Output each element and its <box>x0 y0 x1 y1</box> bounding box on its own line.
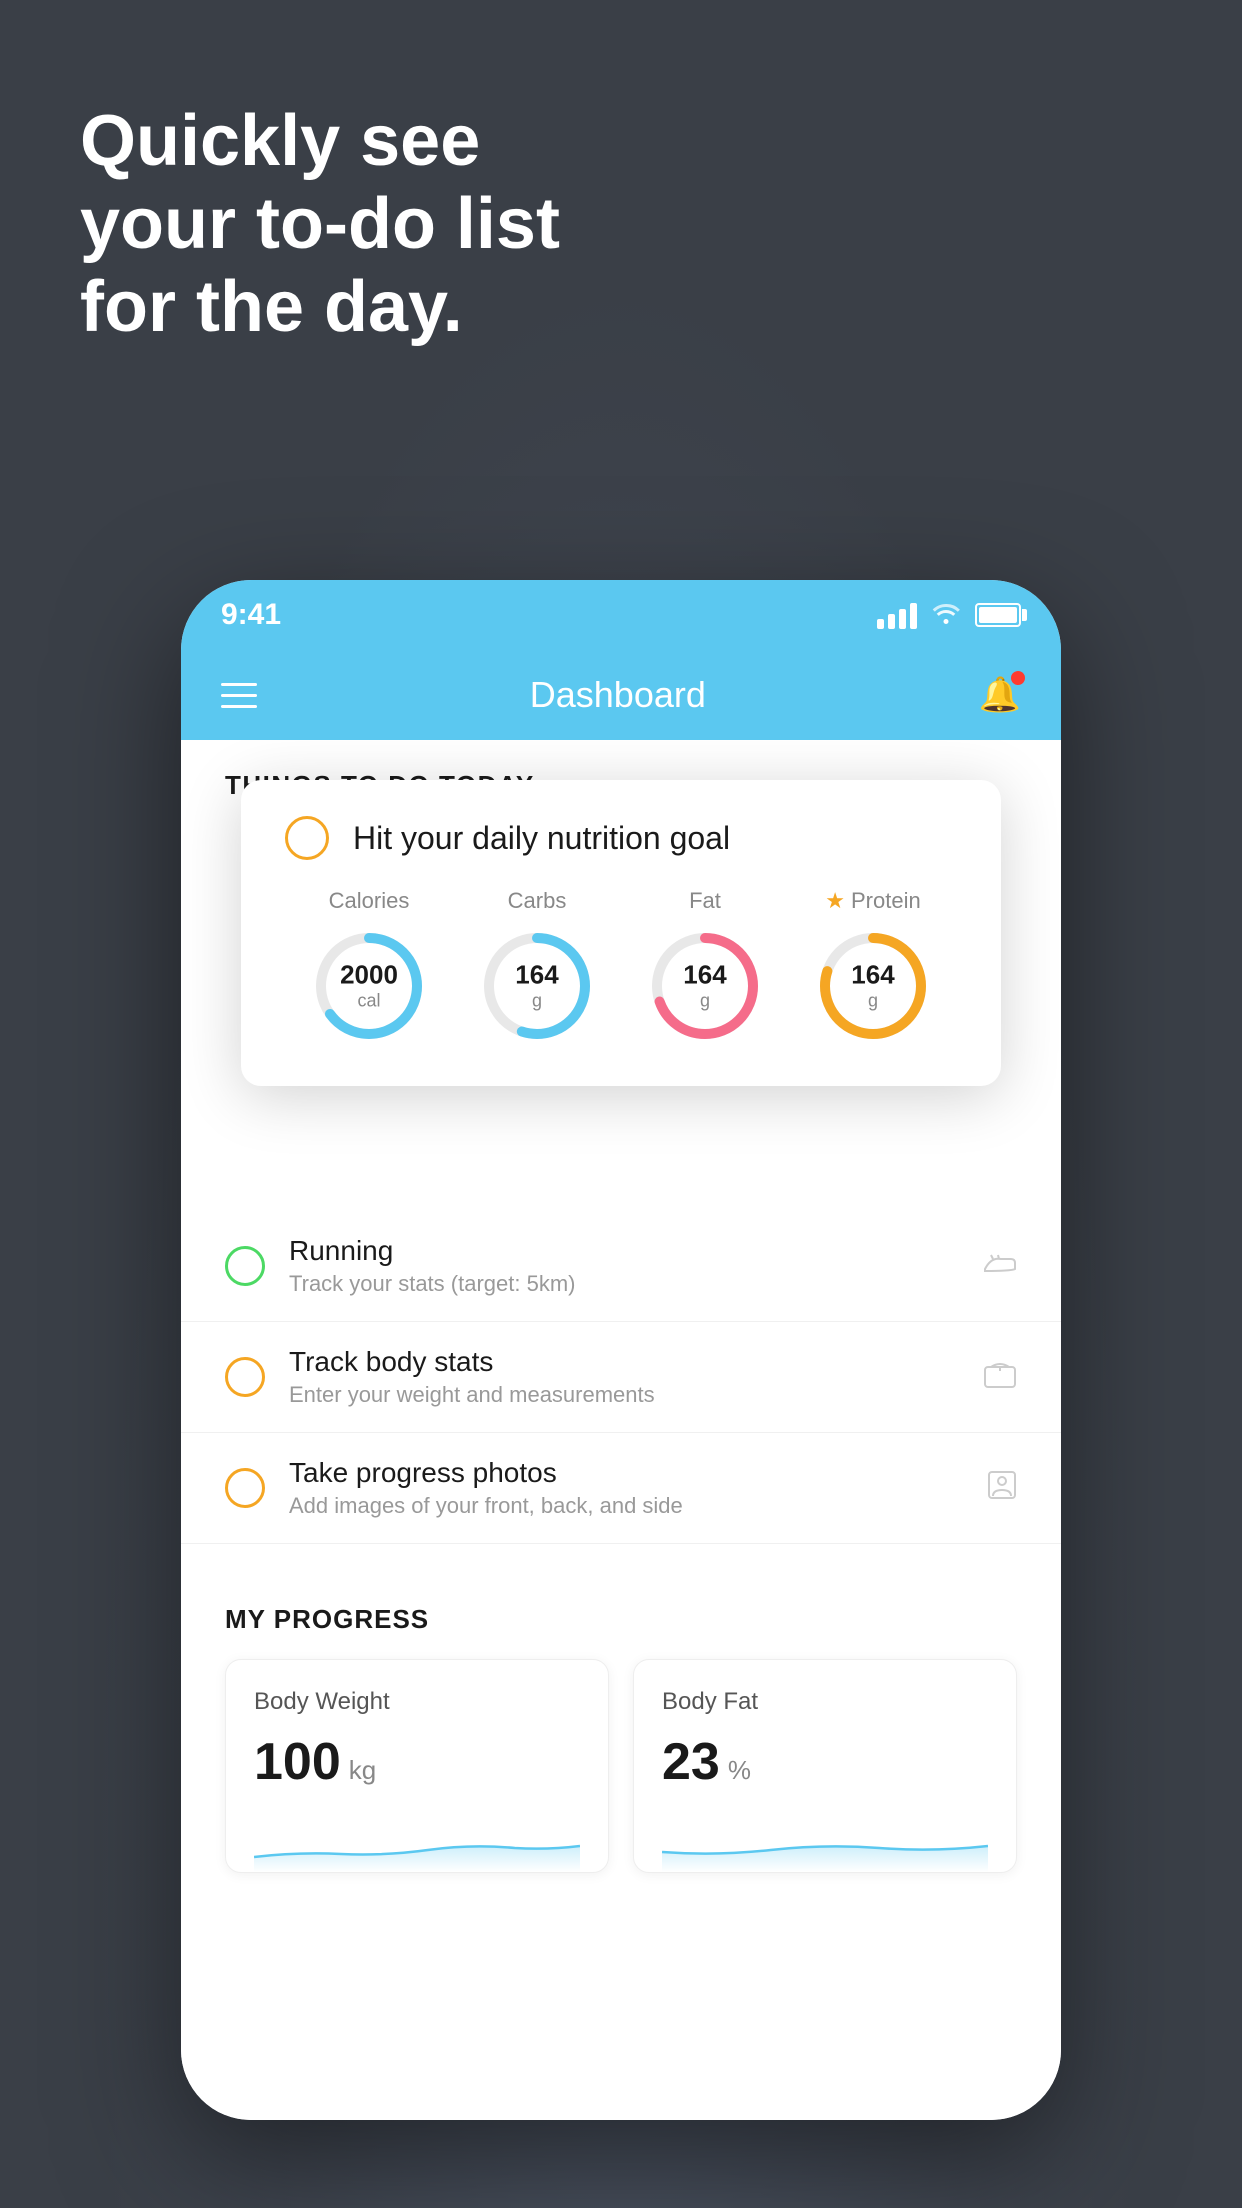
nutrients-row: Calories 2000 cal Carbs <box>285 888 957 1046</box>
shoe-icon <box>983 1249 1017 1284</box>
calories-unit: cal <box>340 991 398 1013</box>
progress-cards: Body Weight 100 kg <box>225 1659 1017 1873</box>
progress-card-weight[interactable]: Body Weight 100 kg <box>225 1659 609 1873</box>
nutrition-card: Hit your daily nutrition goal Calories 2… <box>241 780 1001 1086</box>
protein-value: 164 <box>851 960 894 991</box>
todo-text-body-stats: Track body stats Enter your weight and m… <box>289 1346 959 1408</box>
todo-subtitle-photos: Add images of your front, back, and side <box>289 1493 963 1519</box>
weight-value: 100 <box>254 1732 341 1792</box>
headline: Quickly see your to-do list for the day. <box>80 100 560 348</box>
todo-radio-photos[interactable] <box>225 1468 265 1508</box>
todo-subtitle-running: Track your stats (target: 5km) <box>289 1271 959 1297</box>
weight-value-row: 100 kg <box>254 1732 580 1792</box>
nutrient-calories: Calories 2000 cal <box>309 888 429 1046</box>
notification-bell-icon[interactable]: 🔔 <box>979 675 1021 715</box>
nav-bar: Dashboard 🔔 <box>181 650 1061 740</box>
phone-content: THINGS TO DO TODAY Hit your daily nutrit… <box>181 740 1061 2120</box>
nutrient-label-fat: Fat <box>689 888 721 914</box>
progress-section: MY PROGRESS Body Weight 100 kg <box>181 1564 1061 1913</box>
todo-item-running[interactable]: Running Track your stats (target: 5km) <box>181 1211 1061 1322</box>
todo-text-photos: Take progress photos Add images of your … <box>289 1457 963 1519</box>
fat-value-row: 23 % <box>662 1732 988 1792</box>
headline-line3: for the day. <box>80 266 560 349</box>
card-header: Hit your daily nutrition goal <box>285 816 957 860</box>
todo-subtitle-body-stats: Enter your weight and measurements <box>289 1382 959 1408</box>
card-title: Hit your daily nutrition goal <box>353 820 730 857</box>
nutrient-protein: ★Protein 164 g <box>813 888 933 1046</box>
nutrient-label-protein: ★Protein <box>825 888 920 914</box>
todo-title-photos: Take progress photos <box>289 1457 963 1489</box>
fat-unit: g <box>683 991 726 1013</box>
status-time: 9:41 <box>221 598 281 632</box>
todo-radio-body-stats[interactable] <box>225 1357 265 1397</box>
nutrient-carbs: Carbs 164 g <box>477 888 597 1046</box>
carbs-unit: g <box>515 991 558 1013</box>
todo-radio-running[interactable] <box>225 1246 265 1286</box>
fat-card-title: Body Fat <box>662 1688 988 1716</box>
status-bar: 9:41 <box>181 580 1061 650</box>
progress-section-title: MY PROGRESS <box>225 1604 1017 1635</box>
fat-unit: % <box>728 1755 751 1786</box>
hamburger-menu[interactable] <box>221 683 257 708</box>
weight-unit: kg <box>349 1755 376 1786</box>
notification-dot <box>1011 671 1025 685</box>
status-icons <box>877 599 1021 631</box>
todo-item-body-stats[interactable]: Track body stats Enter your weight and m… <box>181 1322 1061 1433</box>
todo-text-running: Running Track your stats (target: 5km) <box>289 1235 959 1297</box>
signal-icon <box>877 601 917 629</box>
fat-value: 164 <box>683 960 726 991</box>
todo-list: Running Track your stats (target: 5km) T… <box>181 1211 1061 1544</box>
calories-value: 2000 <box>340 960 398 991</box>
battery-icon <box>975 603 1021 627</box>
progress-card-fat[interactable]: Body Fat 23 % <box>633 1659 1017 1873</box>
fat-chart <box>662 1812 988 1872</box>
donut-calories: 2000 cal <box>309 926 429 1046</box>
weight-chart <box>254 1812 580 1872</box>
person-icon <box>987 1470 1017 1507</box>
donut-carbs: 164 g <box>477 926 597 1046</box>
todo-title-running: Running <box>289 1235 959 1267</box>
weight-card-title: Body Weight <box>254 1688 580 1716</box>
wifi-icon <box>931 599 961 631</box>
carbs-value: 164 <box>515 960 558 991</box>
nutrient-fat: Fat 164 g <box>645 888 765 1046</box>
todo-item-photos[interactable]: Take progress photos Add images of your … <box>181 1433 1061 1544</box>
scale-icon <box>983 1359 1017 1396</box>
todo-radio-nutrition[interactable] <box>285 816 329 860</box>
nav-title: Dashboard <box>530 674 706 716</box>
fat-value: 23 <box>662 1732 720 1792</box>
protein-unit: g <box>851 991 894 1013</box>
star-icon: ★ <box>825 888 845 914</box>
donut-fat: 164 g <box>645 926 765 1046</box>
headline-line1: Quickly see <box>80 100 560 183</box>
donut-protein: 164 g <box>813 926 933 1046</box>
nutrient-label-carbs: Carbs <box>508 888 567 914</box>
headline-line2: your to-do list <box>80 183 560 266</box>
todo-title-body-stats: Track body stats <box>289 1346 959 1378</box>
phone-mockup: 9:41 Dashboard 🔔 <box>181 580 1061 2120</box>
nutrient-label-calories: Calories <box>329 888 410 914</box>
